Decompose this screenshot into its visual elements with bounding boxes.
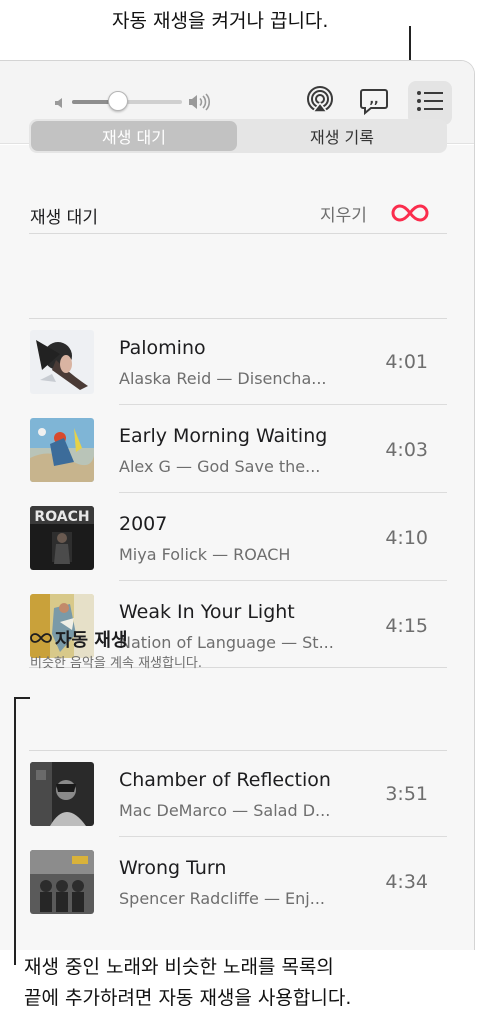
callout-line-1: 재생 중인 노래와 비슷한 노래를 목록의: [24, 956, 334, 978]
speaker-low-icon: [54, 95, 68, 114]
tab-segmented-control: 재생 대기 재생 기록: [29, 119, 447, 153]
callout-line-2: 끝에 추가하려면 자동 재생을 사용합니다.: [24, 987, 352, 1009]
song-duration: 4:01: [385, 351, 428, 373]
lyrics-button[interactable]: ,,: [354, 83, 394, 123]
song-duration: 4:34: [385, 871, 428, 893]
airplay-icon: [304, 85, 336, 121]
song-duration: 4:15: [385, 615, 428, 637]
queue-song-row[interactable]: Early Morning Waiting Alex G — God Save …: [0, 406, 475, 494]
song-artist-album: Alex G — God Save the...: [119, 457, 321, 476]
song-artist-album: Nation of Language — St...: [119, 633, 334, 652]
song-title: Palomino: [119, 337, 206, 359]
song-artist-album: Miya Folick — ROACH: [119, 545, 291, 564]
row-divider: [119, 836, 447, 837]
song-artist-album: Mac DeMarco — Salad D...: [119, 801, 331, 820]
callout-line-left: [14, 697, 16, 965]
queue-heading: 재생 대기: [30, 208, 98, 228]
clear-button[interactable]: 지우기: [320, 201, 367, 226]
callout-autoplay-toggle: 자동 재생을 켜거나 끕니다.: [112, 10, 329, 32]
album-art: [30, 330, 94, 394]
tab-up-next[interactable]: 재생 대기: [31, 121, 237, 151]
autoplay-song-row[interactable]: Wrong Turn Spencer Radcliffe — Enj... 4:…: [0, 838, 475, 926]
row-divider: [119, 580, 447, 581]
autoplay-section-heading: 자동 재생: [30, 626, 128, 652]
autoplay-title: 자동 재생: [55, 630, 128, 651]
volume-knob[interactable]: [108, 91, 129, 111]
album-art: [30, 418, 94, 482]
song-title: 2007: [119, 513, 168, 535]
autoplay-toggle-button[interactable]: [391, 201, 429, 225]
row-divider: [119, 404, 447, 405]
infinity-icon: [30, 629, 52, 650]
autoplay-song-row[interactable]: Chamber of Reflection Mac DeMarco — Sala…: [0, 750, 475, 838]
album-art: ROACH: [30, 506, 94, 570]
song-artist-album: Spencer Radcliffe — Enj...: [119, 889, 326, 908]
album-art: [30, 850, 94, 914]
song-duration: 4:03: [385, 439, 428, 461]
song-title: Chamber of Reflection: [119, 769, 331, 791]
svg-text:,,: ,,: [369, 92, 378, 106]
row-divider: [119, 492, 447, 493]
song-title: Wrong Turn: [119, 857, 227, 879]
airplay-button[interactable]: [300, 83, 340, 123]
song-duration: 4:10: [385, 527, 428, 549]
infinity-icon: [391, 204, 429, 229]
album-art: [30, 762, 94, 826]
lyrics-icon: ,,: [359, 86, 389, 120]
speaker-high-icon: [188, 93, 214, 115]
song-title: Weak In Your Light: [119, 601, 295, 623]
queue-song-row[interactable]: ROACH 2007 Miya Folick — ROACH 4:10: [0, 494, 475, 582]
tab-history[interactable]: 재생 기록: [239, 121, 445, 151]
queue-song-row[interactable]: Palomino Alaska Reid — Disencha... 4:01: [0, 318, 475, 406]
song-duration: 3:51: [385, 783, 428, 805]
song-artist-album: Alaska Reid — Disencha...: [119, 369, 327, 388]
autoplay-description: 비슷한 음악을 계속 재생합니다.: [30, 656, 203, 671]
album-art-text: ROACH: [34, 509, 89, 525]
queue-list-icon: [416, 90, 444, 116]
callout-autoplay-usage: 재생 중인 노래와 비슷한 노래를 목록의 끝에 추가하려면 자동 재생을 사용…: [24, 952, 351, 1014]
callout-line-left-tick: [14, 697, 30, 699]
song-title: Early Morning Waiting: [119, 425, 328, 447]
header-divider: [29, 233, 447, 234]
